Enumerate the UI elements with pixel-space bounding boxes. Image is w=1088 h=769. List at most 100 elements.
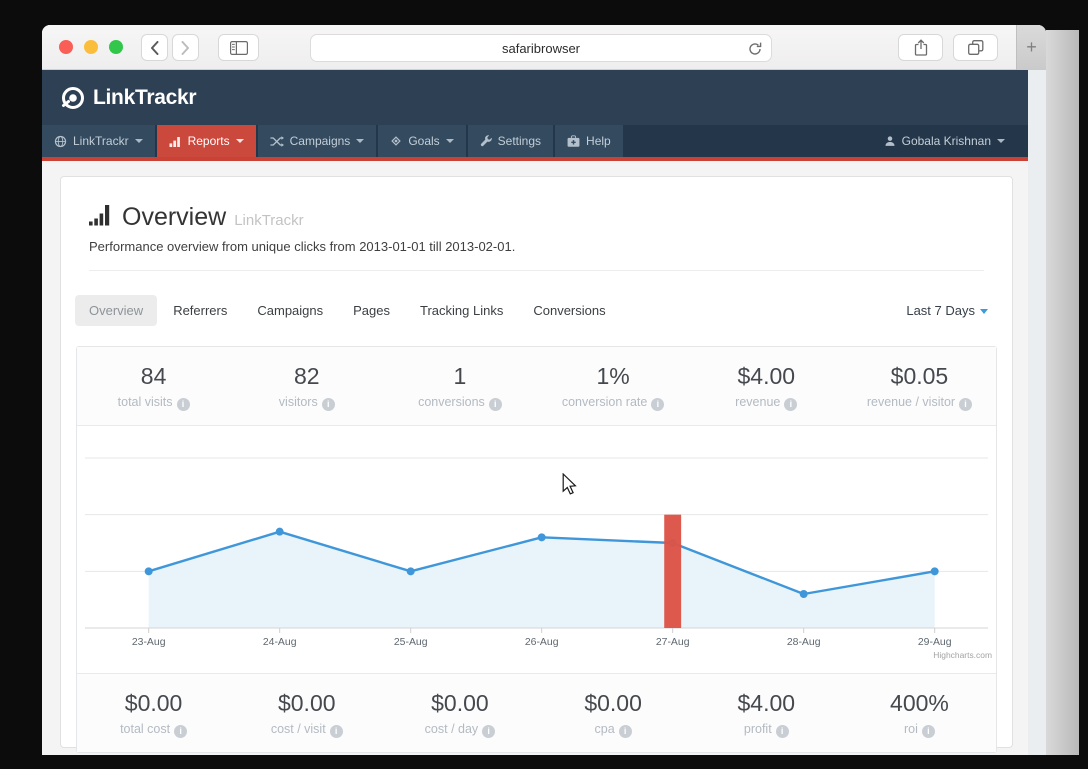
stat-label: total visits [117, 395, 173, 409]
info-icon[interactable]: i [321, 398, 335, 411]
browser-titlebar: safaribrowser + [42, 25, 1046, 70]
stat-value: $0.05 [890, 363, 949, 389]
chart-point[interactable] [799, 590, 808, 598]
tab-pages[interactable]: Pages [339, 295, 404, 326]
screenshot-background: safaribrowser + LinkTrackr LinkTrackr Re… [0, 0, 1088, 769]
stat-total-cost: $0.00 total cost i [77, 674, 230, 752]
tab-campaigns[interactable]: Campaigns [243, 295, 337, 326]
app-header: LinkTrackr [42, 70, 1028, 125]
chart-title-bars-icon [89, 204, 112, 231]
page-title: Overview [122, 203, 227, 231]
info-icon[interactable]: i [775, 725, 789, 738]
app-navbar: LinkTrackr Reports Campaigns Goals Setti… [42, 125, 1028, 157]
page-subtitle: Performance overview from unique clicks … [89, 239, 516, 254]
sidebar-toggle-button[interactable] [218, 34, 259, 61]
brand-name[interactable]: LinkTrackr [93, 86, 197, 110]
info-icon[interactable]: i [174, 725, 188, 738]
nav-item-linktrackr[interactable]: LinkTrackr [42, 125, 155, 157]
stat-value: 84 [140, 363, 167, 389]
stat-label: profit [743, 722, 772, 736]
info-icon[interactable]: i [959, 398, 973, 411]
info-icon[interactable]: i [329, 725, 343, 738]
tab-conversions[interactable]: Conversions [519, 295, 619, 326]
stat-revenue-visitor: $0.05 revenue / visitor i [843, 347, 996, 425]
info-icon[interactable]: i [651, 398, 665, 411]
stat-value: $0.00 [584, 690, 642, 716]
user-name: Gobala Krishnan [901, 134, 991, 148]
stat-conversion-rate: 1% conversion rate i [537, 347, 690, 425]
stat-value: 400% [890, 690, 949, 716]
nav-item-goals[interactable]: Goals [378, 125, 466, 157]
close-window-button[interactable] [59, 40, 73, 54]
stat-cost-day: $0.00 cost / day i [383, 674, 536, 752]
address-bar[interactable]: safaribrowser [310, 34, 772, 62]
chevron-left-icon [151, 40, 159, 55]
info-icon[interactable]: i [784, 398, 798, 411]
plus-icon: + [1026, 37, 1037, 57]
x-axis-label: 29-Aug [918, 637, 952, 648]
minimize-window-button[interactable] [84, 40, 98, 54]
tabs-icon [967, 40, 983, 55]
tab-overview-button[interactable] [953, 34, 998, 61]
address-text: safaribrowser [501, 40, 581, 56]
stat-value: $4.00 [737, 690, 796, 716]
x-axis-label: 24-Aug [263, 637, 297, 648]
chart-point[interactable] [537, 533, 546, 542]
chart-annotation-bar[interactable] [664, 514, 682, 628]
panel-header: Overview LinkTrackr Performance overview… [61, 177, 1012, 271]
share-icon [914, 39, 927, 56]
stat-label: cost / visit [270, 722, 326, 736]
tab-overview[interactable]: Overview [75, 295, 158, 326]
caret-down-icon [134, 139, 143, 143]
stat-value: 1% [596, 363, 630, 389]
globe-icon [54, 135, 67, 148]
stats-chart-card: 84 total visits i 82 visitors i 1 conversi… [76, 346, 997, 753]
forward-button[interactable] [172, 34, 199, 61]
brand-logo-icon [62, 86, 84, 109]
reload-button[interactable] [748, 42, 762, 61]
visits-chart: 23-Aug 24-Aug 25-Aug 26-Aug 27-Aug 28-Aug 29-A… [77, 426, 996, 673]
caret-down-icon [445, 139, 454, 143]
stat-label: total cost [120, 722, 171, 736]
chart-credit[interactable]: Highcharts.com [933, 650, 992, 660]
stat-label: revenue [735, 395, 781, 409]
tab-tracking-links[interactable]: Tracking Links [406, 295, 517, 326]
user-icon [884, 135, 896, 147]
info-icon[interactable]: i [488, 398, 502, 411]
tab-referrers[interactable]: Referrers [159, 295, 241, 326]
background-window-edge [1046, 30, 1079, 755]
chart-point[interactable] [930, 567, 939, 576]
info-icon[interactable]: i [482, 725, 496, 738]
nav-item-help[interactable]: Help [555, 125, 623, 157]
stat-cost-visit: $0.00 cost / visit i [230, 674, 383, 752]
sidebar-icon [229, 40, 248, 55]
chart-point[interactable] [275, 527, 284, 536]
x-axis-label: 23-Aug [132, 637, 166, 648]
stat-label: cpa [594, 722, 615, 736]
reload-icon [749, 42, 762, 55]
date-range-dropdown[interactable]: Last 7 Days [906, 303, 988, 318]
nav-label: LinkTrackr [73, 134, 129, 148]
chart-point[interactable] [144, 567, 153, 576]
zoom-window-button[interactable] [109, 40, 123, 54]
info-icon[interactable]: i [921, 725, 935, 738]
nav-item-reports[interactable]: Reports [156, 125, 256, 157]
nav-item-settings[interactable]: Settings [467, 125, 554, 157]
x-axis-label: 25-Aug [394, 637, 428, 648]
info-icon[interactable]: i [618, 725, 632, 738]
shuffle-icon [270, 135, 284, 147]
stat-value: 1 [453, 363, 467, 389]
chart-point[interactable] [406, 567, 415, 576]
stat-label: revenue / visitor [866, 395, 956, 409]
new-tab-button[interactable]: + [1016, 25, 1046, 70]
share-button[interactable] [898, 34, 943, 61]
user-menu[interactable]: Gobala Krishnan [872, 125, 1017, 157]
stat-value: $4.00 [737, 363, 796, 389]
caret-down-icon [356, 139, 365, 143]
stat-value: $0.00 [277, 690, 336, 716]
x-axis-label: 26-Aug [525, 637, 559, 648]
nav-item-campaigns[interactable]: Campaigns [257, 125, 377, 157]
back-button[interactable] [141, 34, 168, 61]
info-icon[interactable]: i [176, 398, 190, 411]
scrollbar-track[interactable] [1028, 70, 1046, 755]
